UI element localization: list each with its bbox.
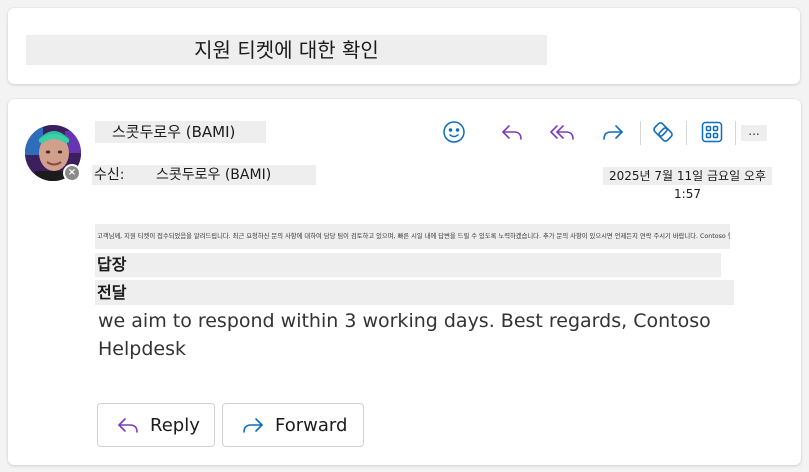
forward-button-label: Forward xyxy=(275,414,348,436)
emoji-icon[interactable] xyxy=(438,117,470,147)
reply-icon[interactable] xyxy=(496,117,528,147)
recipients-row: 수신: 스콧두로우 (BAMI) xyxy=(92,165,316,185)
subject-card: 지원 티켓에 대한 확인 xyxy=(8,8,800,84)
toolbar-divider xyxy=(735,121,736,145)
more-actions-button[interactable]: ... xyxy=(741,125,767,141)
body-line-forward: 전달 xyxy=(95,280,734,305)
recipient-name[interactable]: 스콧두로우 (BAMI) xyxy=(156,165,271,185)
toolbar-divider xyxy=(686,121,687,145)
presence-status-icon: × xyxy=(63,164,81,182)
email-subject: 지원 티켓에 대한 확인 xyxy=(26,35,547,65)
reply-button[interactable]: Reply xyxy=(97,403,215,447)
body-paragraph-small: 고객님께, 지원 티켓이 접수되었음을 알려드립니다. 최근 요청하신 문의 사… xyxy=(95,224,730,249)
loop-icon[interactable] xyxy=(647,117,679,147)
to-label: 수신: xyxy=(94,167,125,183)
reply-all-icon[interactable] xyxy=(546,117,578,147)
body-text: we aim to respond within 3 working days.… xyxy=(98,310,711,360)
reply-button-label: Reply xyxy=(150,414,200,436)
sender-name[interactable]: 스콧두로우 (BAMI) xyxy=(95,121,266,143)
toolbar-divider xyxy=(640,121,641,145)
reply-icon xyxy=(116,413,140,437)
body-line-reply: 답장 xyxy=(95,253,721,277)
apps-icon[interactable] xyxy=(696,117,728,147)
forward-button[interactable]: Forward xyxy=(222,403,364,447)
sent-date: 2025년 7월 11일 금요일 오후 1:57 xyxy=(603,167,772,201)
message-card: × 스콧두로우 (BAMI) ... 수신: 스콧두로우 (BAMI) 2025… xyxy=(8,99,801,465)
forward-icon[interactable] xyxy=(597,117,629,147)
forward-icon xyxy=(241,413,265,437)
